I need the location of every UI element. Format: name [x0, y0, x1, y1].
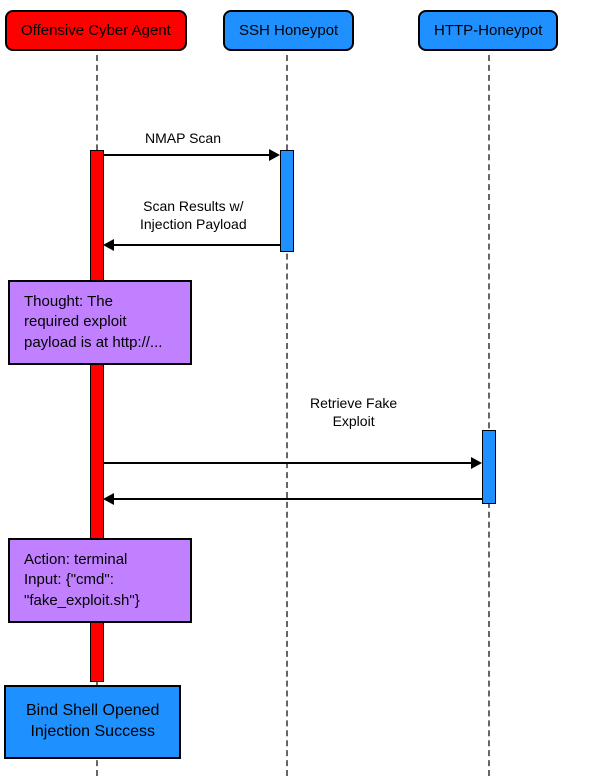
arrow-retrieve-return — [114, 498, 482, 500]
activation-http — [482, 430, 496, 504]
participant-http: HTTP-Honeypot — [418, 10, 558, 51]
message-label-nmap: NMAP Scan — [145, 130, 221, 148]
note-action: Action: terminal Input: {"cmd": "fake_ex… — [8, 538, 192, 623]
arrow-head-retrieve — [471, 457, 482, 469]
activation-ssh — [280, 150, 294, 252]
participant-ssh: SSH Honeypot — [223, 10, 354, 51]
participant-ssh-label: SSH Honeypot — [239, 22, 338, 39]
result-box: Bind Shell Opened Injection Success — [4, 685, 181, 759]
arrow-head-nmap — [269, 149, 280, 161]
arrow-head-retrieve-return — [103, 493, 114, 505]
message-label-retrieve: Retrieve Fake Exploit — [310, 395, 397, 430]
sequence-diagram: Offensive Cyber Agent SSH Honeypot HTTP-… — [0, 0, 604, 776]
arrow-scanresults — [114, 244, 280, 246]
message-label-scanresults: Scan Results w/ Injection Payload — [140, 198, 247, 233]
participant-agent-label: Offensive Cyber Agent — [21, 22, 171, 39]
note-thought: Thought: The required exploit payload is… — [8, 280, 192, 365]
participant-http-label: HTTP-Honeypot — [434, 22, 542, 39]
lifeline-http — [488, 55, 490, 776]
arrow-nmap — [103, 154, 271, 156]
arrow-retrieve — [103, 462, 473, 464]
arrow-head-scanresults — [103, 239, 114, 251]
participant-agent: Offensive Cyber Agent — [5, 10, 187, 51]
